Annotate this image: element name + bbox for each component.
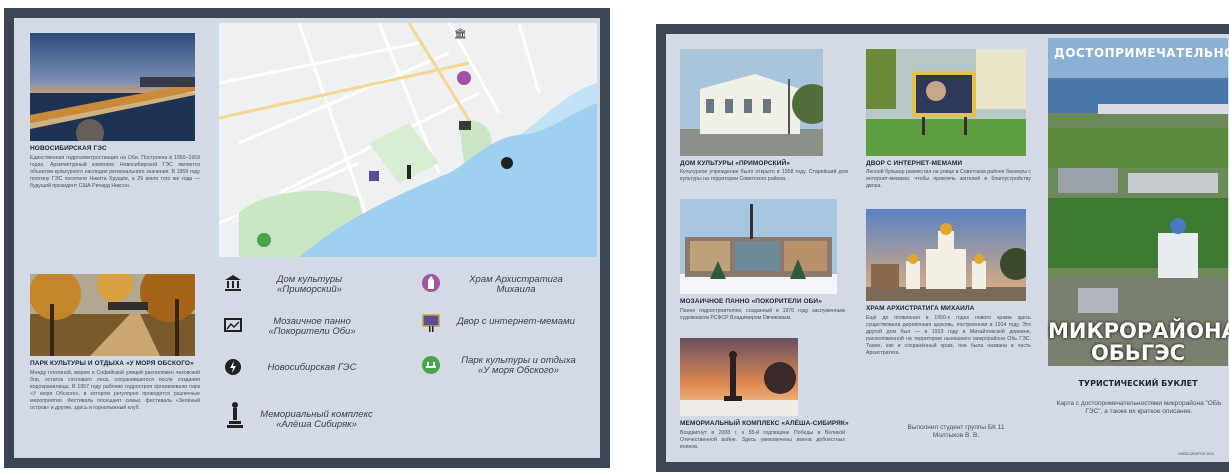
meme-billboard-photo [866,49,1026,156]
house-of-culture-photo [680,49,823,156]
hydro-description: Единственная гидроэлектростанция на Оби.… [30,155,200,189]
house-caption: ДОМ КУЛЬТУРЫ «ПРИМОРСКИЙ» [680,160,790,167]
mosaic-icon [224,316,242,334]
map-pin-dam-icon[interactable] [501,157,513,169]
park-photo [30,274,195,356]
cover-subtitle: ТУРИСТИЧЕСКИЙ БУКЛЕТ [1078,379,1198,388]
legend-label-dam: Новосибирская ГЭС [267,362,357,373]
hydro-caption: НОВОСИБИРСКАЯ ГЭС [30,145,107,152]
legend-label-bank: Дом культуры «Приморский» [276,274,343,295]
cover-aerial-photo [1048,38,1228,366]
mosaic-panel-photo [680,199,837,294]
right-booklet-page: ДОМ КУЛЬТУРЫ «ПРИМОРСКИЙ» Культурное учр… [656,24,1229,472]
church-photo [866,209,1026,301]
left-page-paper: НОВОСИБИРСКАЯ ГЭС Единственная гидроэлек… [14,18,600,458]
billboard-caption: ДВОР С ИНТЕРНЕТ-МЕМАМИ [866,160,963,167]
author-credit: Выполнил студент группы БК 11 Молтыков В… [907,424,1005,439]
bank-icon [224,274,242,292]
cover-description: Карта с достопримечательностями микрорай… [1056,400,1222,415]
map-pin-mosaic-icon[interactable] [459,121,471,130]
cover-big-title-1: МИКРОРАЙОНА [1048,319,1229,343]
area-map: 🏛 [219,23,597,257]
legend-label-mosaic: Мозаичное панно «Покорители Оби» [268,316,356,337]
park-caption: ПАРК КУЛЬТУРЫ И ОТДЫХА «У МОРЯ ОБСКОГО» [30,360,194,367]
church-icon [422,274,440,292]
legend-label-church: Храм Архистратига Михаила [469,274,563,295]
park-description: Между плотиной, морем и Софийской улицей… [30,370,200,411]
hydro-station-photo [30,33,195,141]
cover-big-title-2: ОБЬГЭС [1090,341,1186,365]
map-pin-bank-icon[interactable]: 🏛 [454,29,467,40]
cover-top-title: ДОСТОПРИМЕЧАТЕЛЬНОСТИ [1054,46,1229,60]
house-description: Культурное учреждение было открыто в 195… [680,169,848,182]
map-pin-park-icon[interactable] [257,233,271,247]
legend-label-park: Парк культуры и отдыха «У моря Обского» [461,355,576,376]
mosaic-caption: МОЗАИЧНОЕ ПАННО «ПОКОРИТЕЛИ ОБИ» [680,298,822,305]
mosaic-description: Панно гидростроителям, созданный в 1970 … [680,308,845,321]
map-pin-church-icon[interactable] [457,71,471,85]
memorial-photo [680,338,798,416]
dam-icon [224,358,242,376]
legend-label-billboard: Двор с интернет-мемами [457,316,575,327]
monument-icon [226,402,244,428]
map-pin-billboard-icon[interactable] [369,171,379,181]
park-icon [422,356,440,374]
legend-label-monument: Мемориальный комплекс «Алёша Сибиряк» [260,409,373,430]
church-description: Ещё до появления в 1950-х годах нового х… [866,315,1031,356]
billboard-icon [422,314,440,332]
memorial-caption: МЕМОРИАЛЬНЫЙ КОМПЛЕКС «АЛЁША-СИБИРЯК» [680,420,849,427]
billboard-description: Лесной бульвар разместил на улице в Сове… [866,169,1031,189]
memorial-description: Воздвигнут в 2008 г. к 55-й годовщине По… [680,430,845,450]
left-booklet-page: НОВОСИБИРСКАЯ ГЭС Единственная гидроэлек… [4,8,610,468]
cover-footer: НОВОСИБИРСК 2024 [1178,452,1214,456]
map-pin-monument-icon[interactable] [407,165,411,179]
right-page-paper: ДОМ КУЛЬТУРЫ «ПРИМОРСКИЙ» Культурное учр… [666,34,1229,462]
church-caption: ХРАМ АРХИСТРАТИГА МИХАИЛА [866,305,975,312]
